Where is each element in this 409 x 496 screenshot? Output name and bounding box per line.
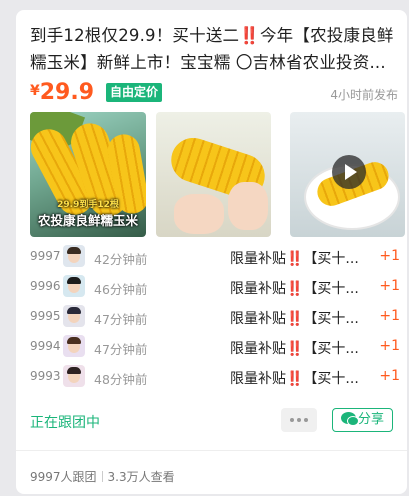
product-image-2[interactable] <box>156 112 271 237</box>
order-quantity: +1 <box>379 278 400 294</box>
product-image-1[interactable]: 29.9到手12根 农投康良鲜糯玉米 <box>30 112 146 237</box>
order-time: 47分钟前 <box>94 312 148 327</box>
wechat-icon <box>340 412 359 426</box>
group-buy-card[interactable]: 到手12根仅29.9！买十送二‼️今年【农投康良鲜糯玉米】新鲜上市！宝宝糯 〇吉… <box>16 10 407 494</box>
view-count: 3.3万人查看 <box>107 470 175 484</box>
order-row[interactable]: 9996 46分钟前 限量补贴‼️【买十... +1 <box>30 272 400 302</box>
order-time: 42分钟前 <box>94 252 148 267</box>
order-item: 限量补贴‼️【买十... <box>230 311 359 327</box>
order-number: 9997 <box>30 249 61 263</box>
order-row[interactable]: 9994 47分钟前 限量补贴‼️【买十... +1 <box>30 332 400 362</box>
order-number: 9994 <box>30 339 61 353</box>
order-time: 46分钟前 <box>94 282 148 297</box>
avatar <box>63 275 85 297</box>
separator <box>101 471 103 482</box>
order-row[interactable]: 9993 48分钟前 限量补贴‼️【买十... +1 <box>30 362 400 392</box>
divider <box>16 450 407 451</box>
post-title[interactable]: 到手12根仅29.9！买十送二‼️今年【农投康良鲜糯玉米】新鲜上市！宝宝糯 〇吉… <box>30 22 395 76</box>
currency-symbol: ¥ <box>30 83 40 99</box>
order-item: 限量补贴‼️【买十... <box>230 341 359 357</box>
hand <box>174 194 224 234</box>
avatar <box>63 335 85 357</box>
media-gallery: 29.9到手12根 农投康良鲜糯玉米 <box>30 112 405 237</box>
hand <box>228 182 268 230</box>
order-list: 9997 42分钟前 限量补贴‼️【买十... +1 9996 46分钟前 限量… <box>30 242 400 392</box>
more-button[interactable] <box>281 408 317 432</box>
avatar <box>63 365 85 387</box>
price-row: ¥29.9 自由定价 4小时前发布 <box>30 80 398 106</box>
stats-footer: 9997人跟团 3.3万人查看 <box>30 468 175 485</box>
order-item: 限量补贴‼️【买十... <box>230 371 359 387</box>
order-time: 48分钟前 <box>94 372 148 387</box>
order-quantity: +1 <box>379 338 400 354</box>
order-row[interactable]: 9997 42分钟前 限量补贴‼️【买十... +1 <box>30 242 400 272</box>
pricing-badge: 自由定价 <box>106 83 163 102</box>
share-button[interactable]: 分享 <box>332 408 393 432</box>
image-caption-price: 29.9到手12根 <box>57 200 119 210</box>
avatar <box>63 305 85 327</box>
price-value: 29.9 <box>39 80 95 105</box>
order-item: 限量补贴‼️【买十... <box>230 281 359 297</box>
more-dots-icon <box>290 418 294 422</box>
avatar <box>63 245 85 267</box>
follower-count: 9997人跟团 <box>30 470 97 484</box>
image-caption: 29.9到手12根 农投康良鲜糯玉米 <box>30 197 146 229</box>
order-item: 限量补贴‼️【买十... <box>230 251 359 267</box>
video-play-icon[interactable] <box>332 155 366 189</box>
order-number: 9993 <box>30 369 61 383</box>
order-number: 9995 <box>30 309 61 323</box>
product-video[interactable] <box>290 112 405 237</box>
group-status: 正在跟团中 <box>30 415 100 431</box>
image-caption-title: 农投康良鲜糯玉米 <box>37 213 138 228</box>
order-quantity: +1 <box>379 308 400 324</box>
order-number: 9996 <box>30 279 61 293</box>
order-quantity: +1 <box>379 368 400 384</box>
posted-time: 4小时前发布 <box>330 88 398 102</box>
order-time: 47分钟前 <box>94 342 148 357</box>
order-row[interactable]: 9995 47分钟前 限量补贴‼️【买十... +1 <box>30 302 400 332</box>
order-quantity: +1 <box>379 248 400 264</box>
share-label: 分享 <box>357 412 384 427</box>
price: ¥29.9 <box>30 80 94 105</box>
